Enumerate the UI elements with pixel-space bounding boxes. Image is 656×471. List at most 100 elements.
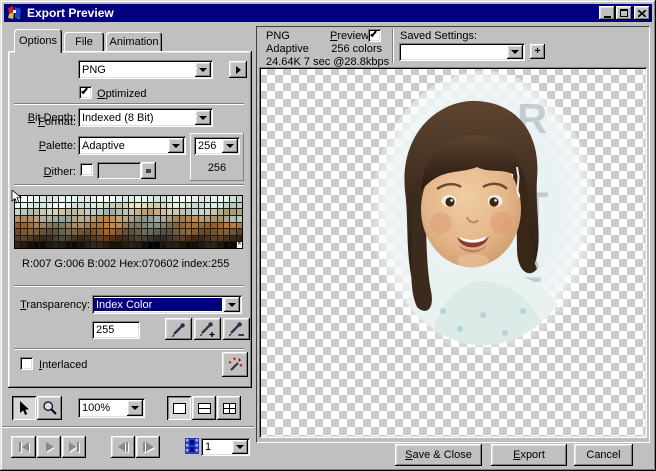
palette-swatch[interactable] [34,203,39,209]
palette-swatch[interactable] [167,223,172,229]
palette-swatch[interactable] [59,196,64,202]
palette-swatch[interactable] [59,223,64,229]
palette-swatch[interactable] [199,223,204,229]
palette-swatch[interactable] [211,229,216,235]
palette-swatch[interactable] [135,203,140,209]
palette-swatch[interactable] [116,216,121,222]
palette-swatch[interactable] [85,203,90,209]
transparency-index-field[interactable]: 255 [92,321,140,339]
palette-swatch[interactable] [142,203,147,209]
palette-swatch[interactable] [110,203,115,209]
palette-swatch[interactable] [129,242,134,248]
single-view-button[interactable] [167,396,191,420]
palette-swatch[interactable] [15,216,20,222]
palette-swatch[interactable] [224,223,229,229]
export-button[interactable]: Export [491,444,567,466]
palette-swatch[interactable] [135,196,140,202]
palette-swatch[interactable] [72,236,77,242]
palette-swatch[interactable] [186,223,191,229]
palette-swatch[interactable] [148,203,153,209]
palette-swatch[interactable] [66,209,71,215]
palette-swatch[interactable] [192,242,197,248]
palette-swatch[interactable] [148,229,153,235]
palette-swatch[interactable] [161,196,166,202]
palette-swatch[interactable] [237,196,242,202]
palette-swatch[interactable] [15,236,20,242]
palette-swatch[interactable] [186,203,191,209]
palette-swatch[interactable] [186,216,191,222]
palette-swatch[interactable] [104,203,109,209]
zoom-level-dropdown-button[interactable] [127,400,143,416]
palette-swatch[interactable] [230,203,235,209]
palette-swatch[interactable] [104,209,109,215]
palette-swatch[interactable] [34,216,39,222]
palette-swatch[interactable] [53,209,58,215]
palette-swatch[interactable] [28,236,33,242]
palette-swatch[interactable] [180,209,185,215]
palette-swatch[interactable] [116,236,121,242]
palette-swatch[interactable] [186,196,191,202]
palette-swatch[interactable] [142,223,147,229]
palette-swatch[interactable] [148,236,153,242]
format-dropdown[interactable]: PNG [78,60,213,79]
palette-swatch[interactable] [78,229,83,235]
palette-swatch[interactable] [85,216,90,222]
save-settings-button[interactable]: + [530,44,545,59]
palette-swatch[interactable] [97,223,102,229]
palette-swatch[interactable] [135,229,140,235]
palette-swatch[interactable] [72,223,77,229]
palette-swatch[interactable] [129,196,134,202]
palette-swatch[interactable] [34,236,39,242]
palette-swatch[interactable] [123,242,128,248]
palette-swatch[interactable] [161,223,166,229]
palette-swatch[interactable] [78,236,83,242]
palette-swatch[interactable] [47,236,52,242]
palette-swatch[interactable] [129,216,134,222]
palette-swatch[interactable] [15,223,20,229]
palette-swatch[interactable] [34,196,39,202]
palette-swatch[interactable] [47,223,52,229]
palette-swatch[interactable] [154,209,159,215]
palette-swatch[interactable] [148,196,153,202]
palette-swatch[interactable] [161,209,166,215]
palette-swatch[interactable] [154,216,159,222]
palette-swatch[interactable] [173,223,178,229]
palette-swatch[interactable] [211,209,216,215]
palette-swatch[interactable] [123,223,128,229]
palette-swatch[interactable] [167,209,172,215]
palette-swatch[interactable] [192,203,197,209]
palette-swatch[interactable] [192,209,197,215]
close-button[interactable] [634,6,650,20]
palette-swatch[interactable] [180,229,185,235]
palette-swatch[interactable] [110,236,115,242]
palette-swatch[interactable] [72,229,77,235]
palette-swatch[interactable] [205,229,210,235]
palette-swatch[interactable] [186,236,191,242]
palette-swatch[interactable] [230,216,235,222]
palette-swatch[interactable] [161,216,166,222]
palette-swatch[interactable] [78,242,83,248]
palette-swatch[interactable] [218,203,223,209]
palette-swatch[interactable] [28,242,33,248]
palette-swatch[interactable] [192,216,197,222]
palette-swatch[interactable] [59,203,64,209]
palette-swatch[interactable] [53,223,58,229]
palette-swatch[interactable] [40,209,45,215]
palette-swatch[interactable] [154,229,159,235]
palette-swatch[interactable] [199,229,204,235]
palette-swatch[interactable] [230,209,235,215]
color-count-dropdown-button[interactable] [222,139,238,153]
transparency-dropdown-button[interactable] [224,297,240,312]
palette-swatch[interactable] [211,196,216,202]
palette-swatch[interactable] [78,203,83,209]
palette-swatch[interactable] [129,236,134,242]
palette-swatch[interactable] [173,229,178,235]
palette-swatch[interactable] [34,223,39,229]
palette-swatch[interactable] [97,216,102,222]
palette-swatch[interactable] [53,236,58,242]
palette-swatch[interactable] [78,196,83,202]
palette-swatch[interactable] [47,216,52,222]
palette-swatch[interactable] [66,242,71,248]
palette-swatch[interactable] [59,209,64,215]
palette-swatch[interactable] [110,216,115,222]
